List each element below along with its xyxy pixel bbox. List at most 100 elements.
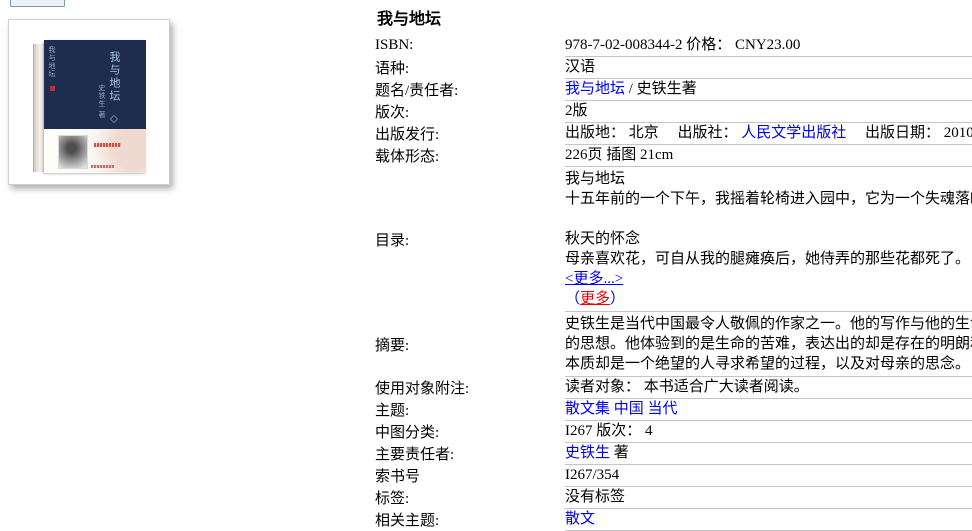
field-value: 我与地坛 / 史铁生著 xyxy=(565,78,972,101)
subject-link[interactable]: 散文集 xyxy=(565,401,610,417)
subject-link[interactable]: 当代 xyxy=(648,401,678,417)
value-text: I267/354 xyxy=(565,467,620,483)
value-line: 2版 xyxy=(565,101,972,122)
cover-publisher-mark xyxy=(91,165,114,168)
field-label: 出版发行: xyxy=(375,127,440,143)
value-text: 读者对象： 本书适合广大读者阅读。 xyxy=(565,379,809,395)
opac-book-detail-page: { "window": { "heading": "我与地坛" }, "colo… xyxy=(0,0,972,531)
field-label: ISBN: xyxy=(375,37,414,54)
detail-row: 摘要: 史铁生是当代中国最令人敬佩的作家之一。他的写作与他的生命 的思想。他体验到的… xyxy=(375,311,972,377)
toc-more-link-alt[interactable]: 更多 xyxy=(580,291,610,307)
value-line: 史铁生是当代中国最令人敬佩的作家之一。他的写作与他的生命 xyxy=(565,314,972,334)
detail-row: 主题: 散文集 中国 当代 xyxy=(375,398,972,421)
subject-link[interactable]: 中国 xyxy=(614,401,644,417)
field-value: 史铁生是当代中国最令人敬佩的作家之一。他的写作与他的生命 的思想。他体验到的是生命… xyxy=(565,311,972,377)
detail-row: 载体形态: 226页 插图 21cm xyxy=(375,144,972,167)
value-text: 2版 xyxy=(565,103,588,119)
field-label: 使用对象附注: xyxy=(375,381,470,397)
value-text: 秋天的怀念 xyxy=(565,231,641,247)
value-text: 我与地坛 xyxy=(565,171,626,187)
value-text: 史铁生是当代中国最令人敬佩的作家之一。他的写作与他的生命 xyxy=(565,316,972,332)
value-line: 没有标签 xyxy=(565,487,972,508)
page-title: 我与地坛 xyxy=(377,11,442,28)
publisher-link[interactable]: 人民文学出版社 xyxy=(741,125,846,141)
value-line: 史铁生 著 xyxy=(565,443,972,464)
cover-corner-title: 我与地坛 xyxy=(48,46,56,78)
field-value: 2版 xyxy=(565,100,972,123)
field-value: 没有标签 xyxy=(565,486,972,509)
toc-more-link-alt[interactable]: （ xyxy=(565,291,580,307)
value-line: 的思想。他体验到的是生命的苦难，表达出的却是存在的明朗和 xyxy=(565,334,972,354)
field-label: 题名/责任者: xyxy=(375,83,459,99)
related-subject-link[interactable]: 散文 xyxy=(565,511,595,527)
value-line: 本质却是一个绝望的人寻求希望的过程，以及对母亲的思念。 xyxy=(565,354,972,374)
details-table-body: ISBN: 978-7-02-008344-2 价格： CNY23.00 语种: 汉语… xyxy=(375,35,972,531)
field-label: 摘要: xyxy=(375,337,410,354)
field-value: I267/354 xyxy=(565,464,972,487)
cover-bottom-panel xyxy=(44,129,146,173)
truncated-top-button[interactable] xyxy=(10,0,65,7)
detail-row: 索书号 I267/354 xyxy=(375,464,972,487)
detail-row: 题名/责任者: 我与地坛 / 史铁生著 xyxy=(375,78,972,101)
field-value: 出版地： 北京 出版社： 人民文学出版社 出版日期： 2010 xyxy=(565,122,972,145)
toc-more-link-alt[interactable]: ） xyxy=(610,291,625,307)
field-value: 汉语 xyxy=(565,56,972,79)
author-link[interactable]: 史铁生 xyxy=(565,445,610,461)
value-text: 没有标签 xyxy=(565,489,626,505)
value-text: I267 版次： 4 xyxy=(565,423,653,439)
value-line: （更多） xyxy=(565,289,972,309)
value-text: 的思想。他体验到的是生命的苦难，表达出的却是存在的明朗和 xyxy=(565,336,972,352)
value-line: 母亲喜欢花，可自从我的腿瘫痪后，她侍弄的那些花都死了。 xyxy=(565,249,972,269)
detail-row: 中图分类: I267 版次： 4 xyxy=(375,420,972,443)
toc-more-link[interactable]: <更多...> xyxy=(565,271,623,287)
field-value: 978-7-02-008344-2 价格： CNY23.00 xyxy=(565,35,972,57)
value-text: 十五年前的一个下午，我摇着轮椅进入园中，它为一个失魂落魄 xyxy=(565,191,972,207)
value-text: 母亲喜欢花，可自从我的腿瘫痪后，她侍弄的那些花都死了。 xyxy=(565,251,971,267)
red-seal-mark xyxy=(50,86,55,91)
field-label: 相关主题: xyxy=(375,513,440,529)
value-line: 读者对象： 本书适合广大读者阅读。 xyxy=(565,377,972,398)
detail-row: 主要责任者: 史铁生 著 xyxy=(375,442,972,465)
value-text: 226页 插图 21cm xyxy=(565,147,674,163)
detail-row: 使用对象附注: 读者对象： 本书适合广大读者阅读。 xyxy=(375,376,972,399)
field-value: 散文集 中国 当代 xyxy=(565,398,972,421)
book-cover-image: 我与地坛 我与地坛 史铁生 著 xyxy=(33,40,146,173)
cover-tagline-red-text xyxy=(94,143,121,147)
value-line: 226页 插图 21cm xyxy=(565,145,972,166)
value-line: 秋天的怀念 xyxy=(565,229,972,249)
value-text: / 史铁生著 xyxy=(625,81,697,97)
field-value: 读者对象： 本书适合广大读者阅读。 xyxy=(565,376,972,399)
value-line xyxy=(565,209,972,229)
field-value: 我与地坛十五年前的一个下午，我摇着轮椅进入园中，它为一个失魂落魄 秋天的怀念母亲… xyxy=(565,166,972,312)
value-text: 978-7-02-008344-2 价格： CNY23.00 xyxy=(565,37,801,53)
value-text: 本质却是一个绝望的人寻求希望的过程，以及对母亲的思念。 xyxy=(565,356,971,372)
detail-row: 语种: 汉语 xyxy=(375,56,972,79)
value-text: 著 xyxy=(610,445,629,461)
detail-row: 目录: 我与地坛十五年前的一个下午，我摇着轮椅进入园中，它为一个失魂落魄 秋天的怀… xyxy=(375,166,972,312)
book-details-panel: 我与地坛 ISBN: 978-7-02-008344-2 价格： CNY23.00… xyxy=(375,0,972,531)
field-label: 目录: xyxy=(375,232,410,249)
value-line: I267 版次： 4 xyxy=(565,421,972,442)
cover-top-panel: 我与地坛 我与地坛 史铁生 著 xyxy=(44,40,146,129)
field-label: 载体形态: xyxy=(375,149,440,165)
value-line: 我与地坛 / 史铁生著 xyxy=(565,79,972,100)
value-line: 我与地坛 xyxy=(565,169,972,189)
title-link[interactable]: 我与地坛 xyxy=(565,81,625,97)
detail-row: ISBN: 978-7-02-008344-2 价格： CNY23.00 xyxy=(375,35,972,57)
value-line: 978-7-02-008344-2 价格： CNY23.00 xyxy=(565,35,972,56)
value-line: 十五年前的一个下午，我摇着轮椅进入园中，它为一个失魂落魄 xyxy=(565,189,972,209)
field-label: 主要责任者: xyxy=(375,447,455,463)
detail-row: 相关主题: 散文 xyxy=(375,508,972,531)
field-value: I267 版次： 4 xyxy=(565,420,972,443)
value-line: 散文集 中国 当代 xyxy=(565,399,972,420)
value-line: 出版地： 北京 出版社： 人民文学出版社 出版日期： 2010 xyxy=(565,123,972,144)
details-table: ISBN: 978-7-02-008344-2 价格： CNY23.00 语种: 汉语… xyxy=(375,35,972,531)
field-value: 散文 xyxy=(565,508,972,531)
field-label: 标签: xyxy=(375,491,410,507)
value-line: 汉语 xyxy=(565,57,972,78)
field-value: 226页 插图 21cm xyxy=(565,144,972,167)
cover-title-text: 我与地坛 xyxy=(108,51,120,103)
book-cover-thumbnail[interactable]: 我与地坛 我与地坛 史铁生 著 xyxy=(8,19,170,185)
field-label: 索书号 xyxy=(375,469,421,485)
detail-row: 出版发行: 出版地： 北京 出版社： 人民文学出版社 出版日期： 2010 xyxy=(375,122,972,145)
